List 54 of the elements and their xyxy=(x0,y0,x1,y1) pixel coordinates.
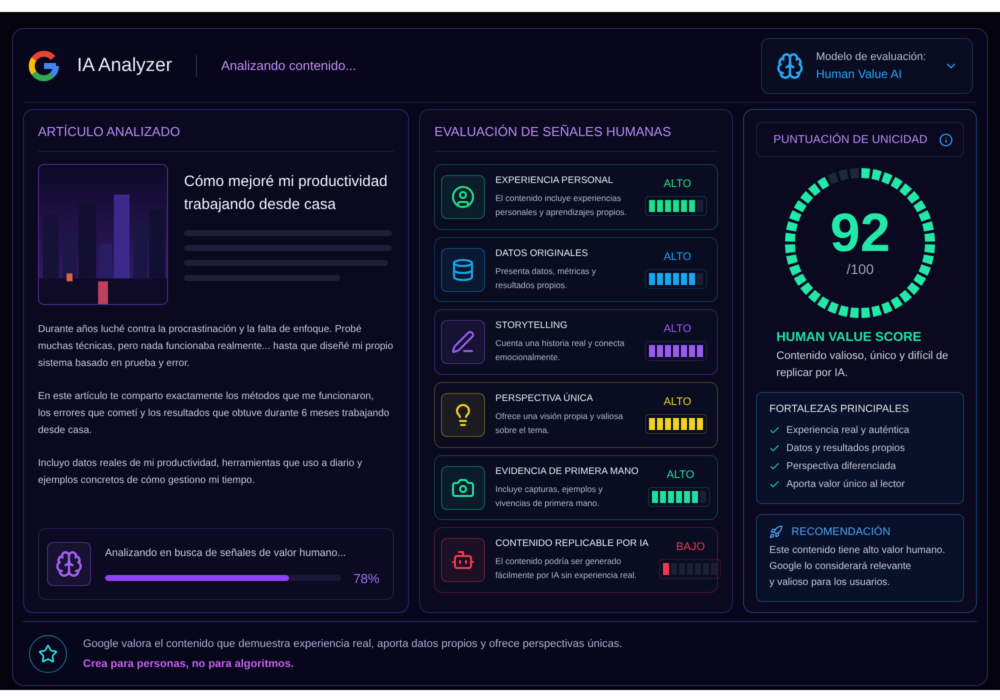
info-icon[interactable] xyxy=(939,132,953,147)
recommendation-title: RECOMENDACIÓN xyxy=(791,526,890,538)
brain-icon xyxy=(776,52,804,80)
strengths-title: FORTALEZAS PRINCIPALES xyxy=(769,403,910,415)
signal-rating: ALTO xyxy=(662,250,692,262)
score-label: HUMAN VALUE SCORE xyxy=(776,329,922,344)
status-text: Analizando contenido... xyxy=(221,58,356,73)
check-icon xyxy=(769,460,780,472)
app-name: IA Analyzer xyxy=(77,54,172,76)
brain-icon xyxy=(47,542,91,586)
signal-description: El contenido incluye experiencias personales y aprendizajes propios. xyxy=(495,192,628,219)
panel-title: ARTÍCULO ANALIZADO xyxy=(38,110,394,152)
panel-title: PUNTUACIÓN DE UNICIDAD xyxy=(773,134,928,146)
recommendation-text: Este contenido tiene alto valor humano. Google lo considerará relevante y valioso para los usuarios. xyxy=(769,544,946,590)
signal-rating: ALTO xyxy=(662,323,692,336)
strength-item: Aporta valor único al lector xyxy=(786,478,905,490)
signal-name: DATOS ORIGINALES xyxy=(495,248,589,258)
signal-description: Cuenta una historia real y conecta emocionalmente. xyxy=(495,337,626,364)
signal-name: PERSPECTIVA ÚNICA xyxy=(495,392,594,404)
signal-rating: ALTO xyxy=(662,178,692,190)
model-selector[interactable]: Modelo de evaluación: Human Value AI xyxy=(761,38,973,94)
progress-reading: 78% xyxy=(353,570,380,586)
signal-name: STORYTELLING xyxy=(495,320,568,332)
signal-description: Incluye capturas, ejemplos y vivencias de primera mano. xyxy=(495,482,604,510)
signal-description: Ofrece una visión propia y valiosa sobre el tema. xyxy=(495,410,624,437)
signal-rating: ALTO xyxy=(666,468,696,481)
rocket-icon xyxy=(769,525,784,539)
signal-description: Presenta datos, métricas y resultados propios. xyxy=(495,264,598,292)
score-value: 92 xyxy=(830,205,890,262)
google-logo xyxy=(27,48,61,82)
check-icon xyxy=(769,442,780,454)
score-summary: Contenido valioso, único y difícil de replicar por IA. xyxy=(776,349,950,381)
strength-item: Datos y resultados propios xyxy=(786,442,905,454)
signal-rating: BAJO xyxy=(675,541,706,554)
strength-item: Experiencia real y auténtica xyxy=(786,424,910,436)
signal-description: El contenido podría ser generado fácilmente por IA sin experiencia real. xyxy=(495,555,638,582)
analysis-text: Analizando en busca de señales de valor humano... xyxy=(105,546,346,558)
article-title: Cómo mejoré mi productividad trabajando desde casa xyxy=(184,172,388,215)
check-icon xyxy=(769,424,780,436)
score-max: /100 xyxy=(846,261,874,278)
article-paragraph: Durante años luché contra la procrastinación y la falta de enfoque. Probé muchas técnicas, pero nada funcionaba realmente... hasta que diseñé mi propio sistema basado en prueba y error. xyxy=(38,323,394,371)
model-label: Modelo de evaluación: xyxy=(816,50,928,62)
footer-text: Google valora el contenido que demuestra experiencia real, aporta datos propios y ofrece perspectivas únicas. xyxy=(83,638,622,650)
footer-motto: Crea para personas, no para algoritmos. xyxy=(83,658,295,670)
article-paragraph: Incluyo datos reales de mi productividad, herramientas que uso a diario y ejemplos concretos de cómo gestiono mi tiempo. xyxy=(38,457,364,488)
signal-name: EVIDENCIA DE PRIMERA MANO xyxy=(495,466,638,477)
strength-item: Perspectiva diferenciada xyxy=(786,460,896,472)
signal-rating: ALTO xyxy=(662,396,692,408)
article-paragraph: En este artículo te comparto exactamente los métodos que me funcionaron, los errores que cometí y los resultados que obtuve durante 6 meses trabajando desde casa. xyxy=(38,390,390,438)
model-value: Human Value AI xyxy=(816,66,903,80)
panel-title: EVALUACIÓN DE SEÑALES HUMANAS xyxy=(434,110,718,152)
check-icon xyxy=(769,478,780,490)
signal-name: EXPERIENCIA PERSONAL xyxy=(495,174,614,186)
signal-name: CONTENIDO REPLICABLE POR IA xyxy=(495,538,649,550)
